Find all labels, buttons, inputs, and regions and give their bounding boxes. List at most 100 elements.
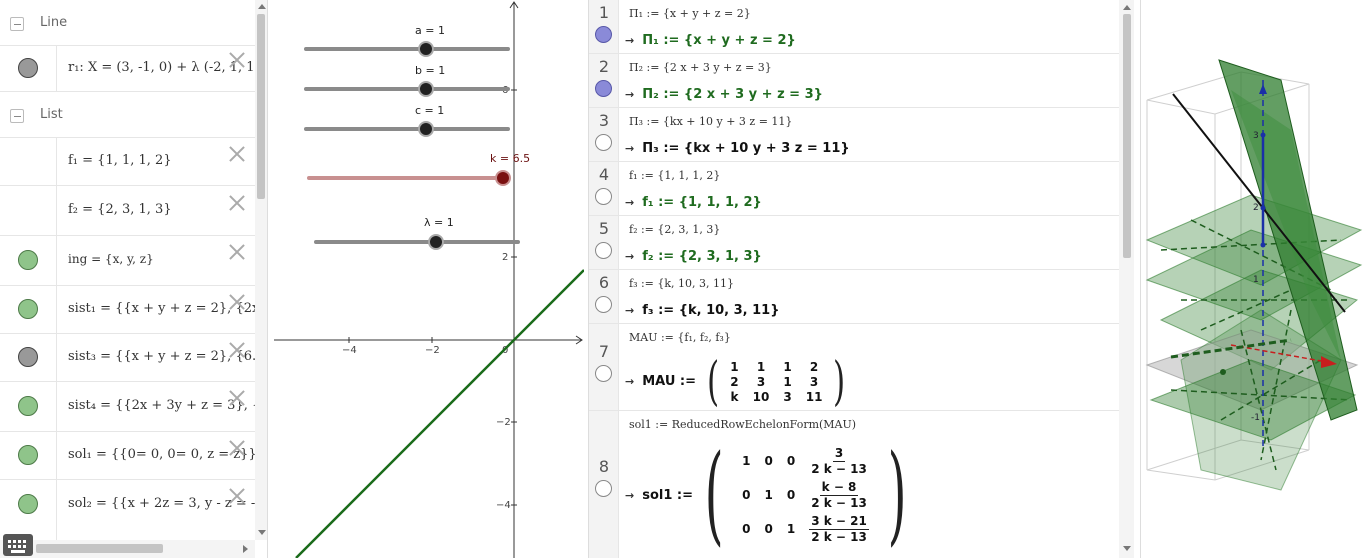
algebra-definition[interactable]: ing = {x, y, z} <box>68 252 256 266</box>
visibility-marble[interactable] <box>18 396 38 416</box>
graphics-3d-view[interactable]: 3 2 1 -1 <box>1140 0 1366 558</box>
algebra-item-sol1[interactable]: sol₁ = {{0= 0, 0= 0, z = z}} <box>0 432 256 480</box>
output-text: f₃ := {k, 10, 3, 11} <box>642 303 780 318</box>
cas-row-7[interactable]: 7 MAU := {f₁, f₂, f₃} → MAU := ( 1112 231… <box>589 324 1119 411</box>
cas-row-3[interactable]: 3 Π₃ := {kx + 10 y + 3 z = 11} → Π₃ := {k… <box>589 108 1119 162</box>
delete-icon[interactable] <box>229 244 245 260</box>
matrix-sol1: ( 10032 k − 13 0 1 0 k − 82 k − 13 0 0 1 3 k − 2… <box>704 432 907 557</box>
delete-icon[interactable] <box>229 52 245 68</box>
algebra-definition[interactable]: sol₂ = {{x + 2z = 3, y - z = -1}} <box>68 496 256 511</box>
algebra-item-f2[interactable]: f₂ = {2, 3, 1, 3} <box>0 186 255 236</box>
scrollbar-thumb[interactable] <box>36 544 163 553</box>
visibility-toggle[interactable] <box>595 365 612 382</box>
delete-icon[interactable] <box>229 390 245 406</box>
visibility-toggle[interactable] <box>595 480 612 497</box>
scroll-up-icon[interactable] <box>1123 5 1131 10</box>
delete-icon[interactable] <box>229 440 245 456</box>
slider-label: a = 1 <box>415 24 445 37</box>
algebra-definition[interactable]: sist₁ = {{x + y + z = 2}, {2x + 3y + z =… <box>68 301 256 316</box>
cas-row-1[interactable]: 1 Π₁ := {x + y + z = 2} → Π₁ := {x + y + … <box>589 0 1119 54</box>
algebra-item-sol2[interactable]: sol₂ = {{x + 2z = 3, y - z = -1}} <box>0 480 256 540</box>
graphics-3d-canvas[interactable]: 3 2 1 -1 <box>1141 0 1366 558</box>
scrollbar-thumb[interactable] <box>1123 14 1131 258</box>
cas-row-8[interactable]: 8 sol1 := ReducedRowEchelonForm(MAU) → so… <box>589 411 1119 558</box>
cas-vertical-scrollbar[interactable] <box>1119 0 1134 558</box>
scroll-down-icon[interactable] <box>258 530 266 535</box>
delete-icon[interactable] <box>229 195 245 211</box>
row-number: 4 <box>598 165 610 184</box>
delete-icon[interactable] <box>229 488 245 504</box>
algebra-definition[interactable]: f₁ = {1, 1, 1, 2} <box>68 153 256 168</box>
algebra-definition[interactable]: r₁: X = (3, -1, 0) + λ (-2, 1, 1) <box>68 60 256 75</box>
algebra-item-sist3[interactable]: sist₃ = {{x + y + z = 2}, {6.5x + 10y + … <box>0 334 256 382</box>
group-header-line[interactable]: Line <box>0 0 255 46</box>
cas-input[interactable]: Π₁ := {x + y + z = 2} <box>629 7 751 20</box>
output-text: f₁ := {1, 1, 1, 2} <box>642 195 762 210</box>
group-header-list[interactable]: List <box>0 92 255 138</box>
visibility-marble[interactable] <box>18 58 38 78</box>
visibility-toggle[interactable] <box>595 26 612 43</box>
group-label: List <box>40 107 63 122</box>
slider-handle[interactable] <box>428 234 444 250</box>
cas-input[interactable]: f₂ := {2, 3, 1, 3} <box>629 223 720 236</box>
scrollbar-thumb[interactable] <box>257 14 265 199</box>
algebra-item-sist4[interactable]: sist₄ = {{2x + 3y + z = 3}, {6.5x + 10y … <box>0 382 256 432</box>
scroll-right-icon[interactable] <box>243 545 248 553</box>
matrix-cell: 1 <box>764 488 773 502</box>
slider-handle[interactable] <box>418 121 434 137</box>
matrix-cell: 0 <box>786 488 796 502</box>
slider-k[interactable]: k = 6.5 <box>307 152 530 186</box>
algebra-definition[interactable]: sist₄ = {{2x + 3y + z = 3}, {6.5x + 10y … <box>68 398 256 413</box>
collapse-icon[interactable] <box>10 17 24 31</box>
cas-input[interactable]: sol1 := ReducedRowEchelonForm(MAU) <box>629 418 856 431</box>
cas-input[interactable]: Π₃ := {kx + 10 y + 3 z = 11} <box>629 115 792 128</box>
visibility-toggle[interactable] <box>595 242 612 259</box>
slider-b[interactable]: b = 1 <box>304 64 510 97</box>
algebra-item-r1[interactable]: r₁: X = (3, -1, 0) + λ (-2, 1, 1) <box>0 46 256 92</box>
arrow-icon: → <box>625 88 635 101</box>
visibility-marble[interactable] <box>18 494 38 514</box>
point[interactable] <box>1220 369 1226 375</box>
visibility-marble[interactable] <box>18 299 38 319</box>
slider-handle[interactable] <box>418 81 434 97</box>
algebra-item-ing[interactable]: ing = {x, y, z} <box>0 236 255 286</box>
algebra-definition[interactable]: sol₁ = {{0= 0, 0= 0, z = z}} <box>68 447 256 462</box>
algebra-item-f1[interactable]: f₁ = {1, 1, 1, 2} <box>0 138 255 186</box>
green-line[interactable] <box>295 269 584 558</box>
slider-a[interactable]: a = 1 <box>304 24 510 57</box>
keyboard-icon[interactable] <box>3 534 33 556</box>
visibility-marble[interactable] <box>18 445 38 465</box>
cas-input[interactable]: f₁ := {1, 1, 1, 2} <box>629 169 720 182</box>
algebra-definition[interactable]: f₂ = {2, 3, 1, 3} <box>68 202 256 217</box>
visibility-marble[interactable] <box>18 347 38 367</box>
slider-lambda[interactable]: λ = 1 <box>314 216 520 250</box>
collapse-icon[interactable] <box>10 109 24 123</box>
cas-row-4[interactable]: 4 f₁ := {1, 1, 1, 2} → f₁ := {1, 1, 1, 2} <box>589 162 1119 216</box>
cas-row-5[interactable]: 5 f₂ := {2, 3, 1, 3} → f₂ := {2, 3, 1, 3} <box>589 216 1119 270</box>
algebra-vertical-scrollbar[interactable] <box>255 0 267 540</box>
cas-input[interactable]: Π₂ := {2 x + 3 y + z = 3} <box>629 61 772 74</box>
slider-handle[interactable] <box>418 41 434 57</box>
delete-icon[interactable] <box>229 294 245 310</box>
delete-icon[interactable] <box>229 342 245 358</box>
visibility-toggle[interactable] <box>595 188 612 205</box>
algebra-definition[interactable]: sist₃ = {{x + y + z = 2}, {6.5x + 10y + … <box>68 349 256 364</box>
delete-icon[interactable] <box>229 146 245 162</box>
scroll-up-icon[interactable] <box>258 4 266 9</box>
cas-row-6[interactable]: 6 f₃ := {k, 10, 3, 11} → f₃ := {k, 10, 3,… <box>589 270 1119 324</box>
algebra-horizontal-scrollbar[interactable] <box>0 540 255 558</box>
visibility-toggle[interactable] <box>595 134 612 151</box>
cas-input[interactable]: MAU := {f₁, f₂, f₃} <box>629 331 731 344</box>
scroll-down-icon[interactable] <box>1123 546 1131 551</box>
visibility-toggle[interactable] <box>595 80 612 97</box>
visibility-marble[interactable] <box>18 250 38 270</box>
slider-handle[interactable] <box>495 170 511 186</box>
y-tick-label: 2 <box>502 252 508 263</box>
slider-c[interactable]: c = 1 <box>304 104 510 137</box>
cas-input[interactable]: f₃ := {k, 10, 3, 11} <box>629 277 734 290</box>
visibility-toggle[interactable] <box>595 296 612 313</box>
algebra-item-sist1[interactable]: sist₁ = {{x + y + z = 2}, {2x + 3y + z =… <box>0 286 256 334</box>
graphics-canvas[interactable]: −4 −2 0 6 2 −2 −4 a = 1 b = 1 c = 1 <box>274 0 584 558</box>
cas-row-2[interactable]: 2 Π₂ := {2 x + 3 y + z = 3} → Π₂ := {2 x … <box>589 54 1119 108</box>
graphics-view[interactable]: −4 −2 0 6 2 −2 −4 a = 1 b = 1 c = 1 <box>274 0 584 558</box>
